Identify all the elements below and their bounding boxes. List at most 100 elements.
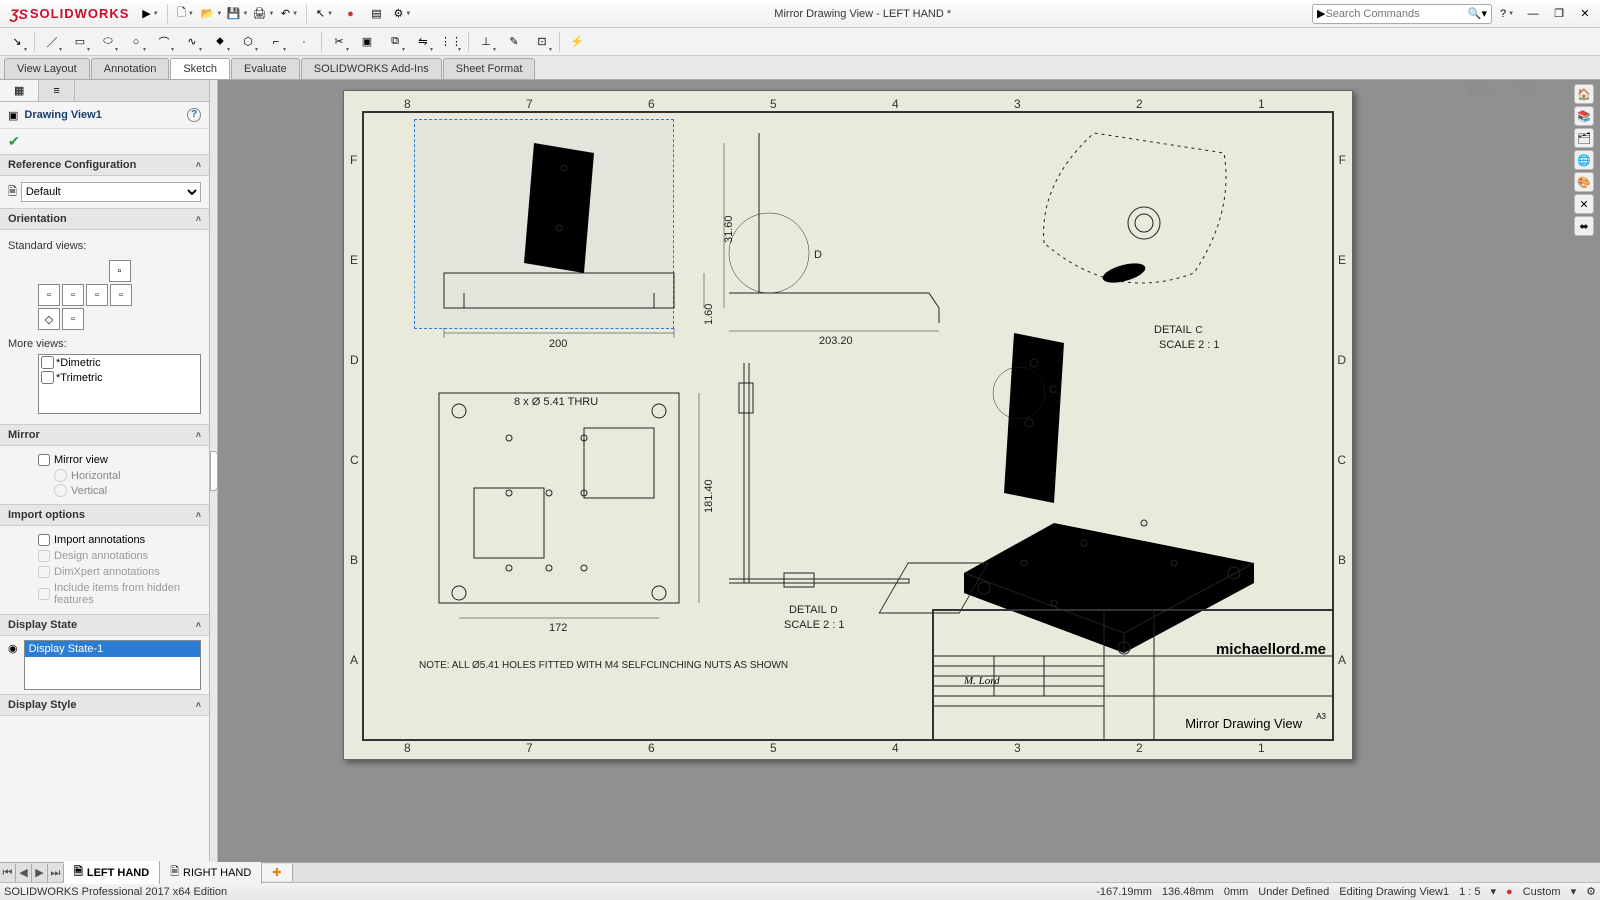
- canvas-next-icon[interactable]: ⊡: [1483, 82, 1492, 95]
- status-units[interactable]: Custom: [1523, 886, 1561, 898]
- smart-dimension-button[interactable]: ↘: [4, 30, 30, 54]
- config-select[interactable]: Default: [21, 182, 201, 202]
- circle-button[interactable]: ○: [123, 30, 149, 54]
- tab-annotation[interactable]: Annotation: [91, 58, 170, 79]
- more-views-list[interactable]: *Dimetric *Trimetric: [38, 354, 201, 414]
- view-right-button[interactable]: ▫: [62, 284, 84, 306]
- quick-snaps-button[interactable]: ⊡: [529, 30, 555, 54]
- tab-sketch[interactable]: Sketch: [170, 58, 230, 79]
- display-state-list[interactable]: Display State-1: [24, 640, 201, 690]
- drawing-canvas[interactable]: 🔍 ◫ 🔎 ✂ ↻ ⟳ ▦ ◉ 💡 ◯ 🏠 📚 🗂 🌐 🎨 ✕ ⬌ ⊟ ⊡ — …: [218, 80, 1600, 862]
- save-button[interactable]: 💾: [226, 3, 248, 25]
- view-back-button[interactable]: ▫: [86, 284, 108, 306]
- sheet-prev-button[interactable]: ◀: [16, 864, 32, 882]
- display-state-item[interactable]: Display State-1: [25, 641, 200, 657]
- canvas-prev-icon[interactable]: ⊟: [1467, 82, 1476, 95]
- panel-help-icon[interactable]: ?: [187, 108, 201, 122]
- line-button[interactable]: ／: [39, 30, 65, 54]
- close-button[interactable]: ✕: [1574, 3, 1596, 25]
- view-front-button[interactable]: ▫: [38, 284, 60, 306]
- appearances-tab[interactable]: 🎨: [1574, 172, 1594, 192]
- polygon-button[interactable]: ⬡: [235, 30, 261, 54]
- offset-button[interactable]: ⧉: [382, 30, 408, 54]
- search-dropdown-icon[interactable]: 🔍▾: [1468, 7, 1487, 20]
- section-display-state[interactable]: Display State˄: [0, 614, 209, 636]
- mirror-entities-button[interactable]: ⇋: [410, 30, 436, 54]
- open-button[interactable]: 📂: [200, 3, 222, 25]
- canvas-min-icon[interactable]: —: [1498, 82, 1509, 95]
- status-lock-icon[interactable]: ●: [1506, 886, 1513, 898]
- display-relations-button[interactable]: ⊥: [473, 30, 499, 54]
- canvas-close-icon[interactable]: ✕: [1531, 82, 1540, 95]
- corner-rect-button[interactable]: ▭: [67, 30, 93, 54]
- search-input[interactable]: [1325, 8, 1467, 20]
- tab-sheet-format[interactable]: Sheet Format: [443, 58, 536, 79]
- spline-button[interactable]: ∿: [179, 30, 205, 54]
- ellipse-button[interactable]: ⬥: [207, 30, 233, 54]
- print-button[interactable]: 🖨: [252, 3, 274, 25]
- help-button[interactable]: ?: [1496, 3, 1518, 25]
- tab-addins[interactable]: SOLIDWORKS Add-Ins: [301, 58, 442, 79]
- restore-button[interactable]: ❐: [1548, 3, 1570, 25]
- splitter-grip[interactable]: [210, 451, 218, 491]
- repair-sketch-button[interactable]: ✎: [501, 30, 527, 54]
- ok-button[interactable]: ✔: [8, 133, 20, 149]
- sheet-next-button[interactable]: ▶: [32, 864, 48, 882]
- view-top-button[interactable]: ▫: [109, 260, 131, 282]
- file-explorer-tab[interactable]: 🗂: [1574, 128, 1594, 148]
- fillet-button[interactable]: ⌐: [263, 30, 289, 54]
- mirror-view-checkbox[interactable]: [38, 454, 50, 466]
- custom-props-tab[interactable]: ✕: [1574, 194, 1594, 214]
- section-orientation[interactable]: Orientation˄: [0, 208, 209, 230]
- slot-button[interactable]: ⬭: [95, 30, 121, 54]
- scale-dropdown-icon[interactable]: ▾: [1491, 885, 1497, 898]
- minimize-button[interactable]: —: [1522, 3, 1544, 25]
- sheet-first-button[interactable]: ⏮: [0, 864, 16, 882]
- panel-splitter[interactable]: [210, 80, 218, 862]
- new-button[interactable]: 🗋: [174, 3, 196, 25]
- section-mirror[interactable]: Mirror˄: [0, 424, 209, 446]
- sheet-last-button[interactable]: ⏭: [48, 864, 64, 882]
- feature-tree-tab[interactable]: ▦: [0, 80, 39, 101]
- view-bottom-button[interactable]: ▫: [62, 308, 84, 330]
- point-button[interactable]: ·: [291, 30, 317, 54]
- add-sheet-button[interactable]: ✚: [262, 864, 292, 881]
- mirror-view-row[interactable]: Mirror view: [8, 452, 201, 468]
- resources-tab[interactable]: 🏠: [1574, 84, 1594, 104]
- sheet-tab-left[interactable]: 🗎 LEFT HAND: [64, 861, 160, 884]
- dimetric-checkbox[interactable]: [41, 356, 54, 369]
- linear-pattern-button[interactable]: ⋮⋮: [438, 30, 464, 54]
- view-left-button[interactable]: ▫: [110, 284, 132, 306]
- rebuild-button[interactable]: ●: [339, 3, 361, 25]
- tab-evaluate[interactable]: Evaluate: [231, 58, 300, 79]
- forum-tab[interactable]: ⬌: [1574, 216, 1594, 236]
- drawing-sheet[interactable]: 8 7 6 5 4 3 2 1 8 7 6 5 4 3 2 1: [343, 90, 1353, 760]
- select-button[interactable]: ↖: [313, 3, 335, 25]
- canvas-restore-icon[interactable]: ❐: [1515, 82, 1525, 95]
- property-tab[interactable]: ≡: [39, 80, 74, 101]
- file-properties-button[interactable]: ▤: [365, 3, 387, 25]
- sheet-tab-right[interactable]: 🗎 RIGHT HAND: [160, 861, 262, 884]
- design-library-tab[interactable]: 📚: [1574, 106, 1594, 126]
- section-import[interactable]: Import options˄: [0, 504, 209, 526]
- view-iso-button[interactable]: ◇: [38, 308, 60, 330]
- trimetric-checkbox[interactable]: [41, 371, 54, 384]
- view-palette-tab[interactable]: 🌐: [1574, 150, 1594, 170]
- convert-button[interactable]: ▣: [354, 30, 380, 54]
- undo-button[interactable]: ↶: [278, 3, 300, 25]
- options-button[interactable]: ⚙: [391, 3, 413, 25]
- search-commands[interactable]: ▶ 🔍▾: [1312, 4, 1492, 24]
- import-annotations-row[interactable]: Import annotations: [8, 532, 201, 548]
- section-display-style[interactable]: Display Style˄: [0, 694, 209, 716]
- import-annotations-checkbox[interactable]: [38, 534, 50, 546]
- section-reference-config[interactable]: Reference Configuration˄: [0, 154, 209, 176]
- tab-view-layout[interactable]: View Layout: [4, 58, 90, 79]
- arc-button[interactable]: ⌒: [151, 30, 177, 54]
- recent-docs-dropdown[interactable]: ▶: [139, 3, 161, 25]
- rapid-sketch-button[interactable]: ⚡: [564, 30, 590, 54]
- status-scale[interactable]: 1 : 5: [1459, 886, 1480, 898]
- trim-button[interactable]: ✂: [326, 30, 352, 54]
- reference-config-combo[interactable]: 🗎 Default: [8, 182, 201, 202]
- units-dropdown-icon[interactable]: ▾: [1571, 885, 1577, 898]
- status-config-icon[interactable]: ⚙: [1586, 885, 1596, 898]
